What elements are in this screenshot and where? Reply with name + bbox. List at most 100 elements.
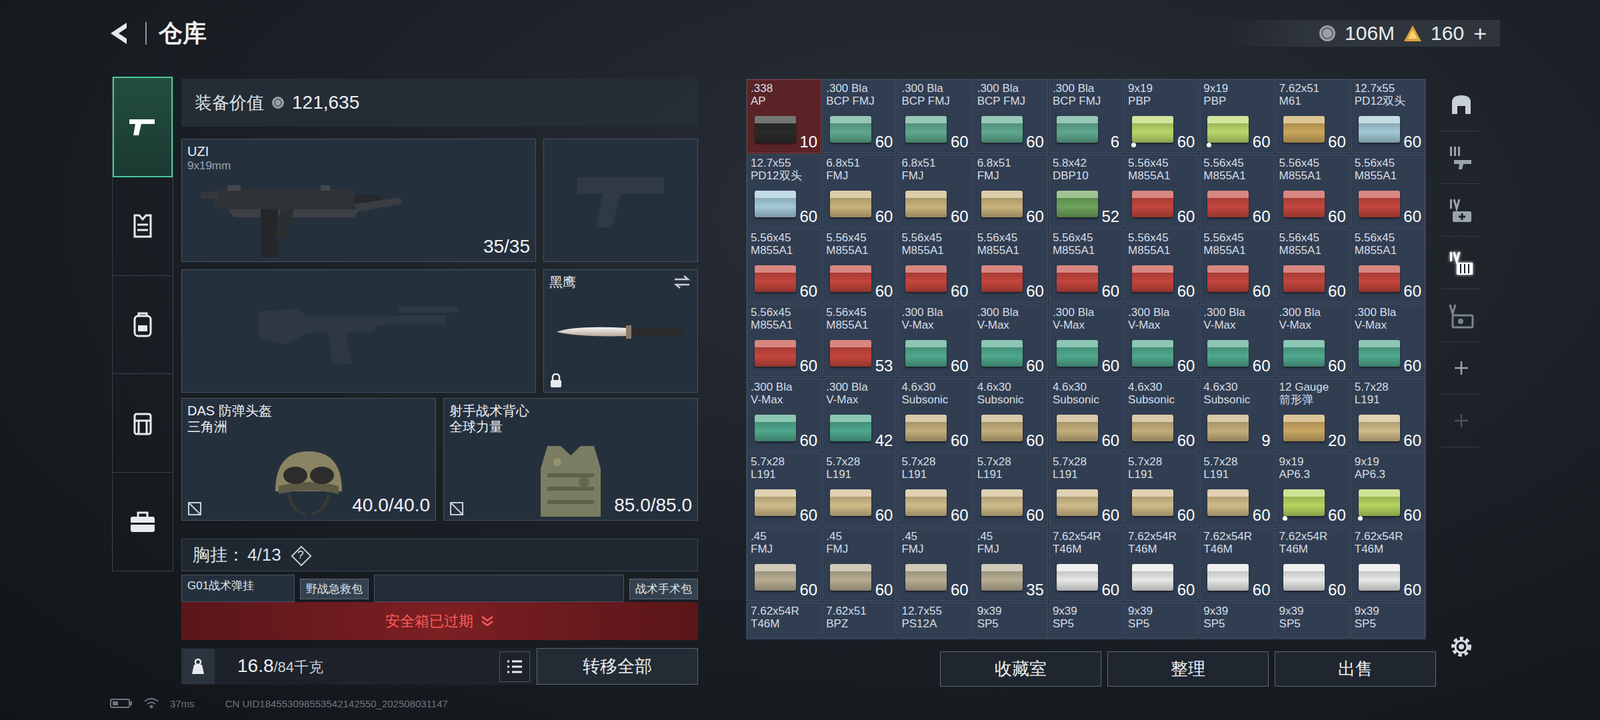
ammo-item[interactable]: 5.56x45M855A160 xyxy=(746,228,822,303)
ammo-item[interactable]: 4.6x30Subsonic60 xyxy=(897,378,972,452)
back-arrow-icon[interactable] xyxy=(106,20,134,47)
ammo-item[interactable]: 5.56x45M855A160 xyxy=(822,228,897,303)
ammo-item[interactable]: .300 BlaV-Max60 xyxy=(973,303,1048,378)
ammo-item[interactable]: 5.7x28L19160 xyxy=(1124,452,1199,527)
ammo-item[interactable]: 4.6x30Subsonic60 xyxy=(973,378,1048,452)
ammo-item[interactable]: 5.56x45M855A160 xyxy=(1350,154,1426,228)
sidearm-slot[interactable] xyxy=(543,138,698,262)
ammo-item[interactable]: 7.62x51M6160 xyxy=(1275,79,1350,154)
ammo-item[interactable]: .338AP10 xyxy=(746,79,822,154)
collection-button[interactable]: 收藏室 xyxy=(940,651,1102,687)
ammo-item[interactable]: 9x39SP5 xyxy=(1275,602,1350,639)
ammo-item[interactable]: 9x39SP5 xyxy=(973,602,1048,639)
ammo-item[interactable]: 5.7x28L19160 xyxy=(1199,452,1274,527)
ammo-item[interactable]: 12.7x55PS12A xyxy=(897,602,972,639)
ammo-item[interactable]: 9x39SP5 xyxy=(1350,602,1426,639)
container-tab[interactable] xyxy=(1441,289,1482,342)
help-button[interactable]: ? xyxy=(290,545,311,566)
container-tab[interactable] xyxy=(1441,131,1482,184)
ammo-item[interactable]: 5.56x45M855A153 xyxy=(822,303,897,378)
ammo-item[interactable]: .300 BlaV-Max60 xyxy=(897,303,972,378)
ammo-item[interactable]: 6.8x51FMJ60 xyxy=(822,154,897,228)
ammo-item[interactable]: 12 Gauge箭形弹20 xyxy=(1275,378,1350,452)
ammo-item[interactable]: 4.6x30Subsonic60 xyxy=(1124,378,1199,452)
ammo-item[interactable]: 5.56x45M855A160 xyxy=(973,228,1048,303)
sort-button[interactable]: 整理 xyxy=(1107,651,1269,687)
rig-empty-slot[interactable] xyxy=(374,574,624,602)
ammo-item[interactable]: .45FMJ60 xyxy=(822,527,897,602)
ammo-item[interactable]: 5.8x42DBP1052 xyxy=(1048,154,1124,228)
ammo-item[interactable]: 6.8x51FMJ60 xyxy=(973,154,1048,228)
ammo-item[interactable]: 5.56x45M855A160 xyxy=(1275,228,1350,303)
ammo-item[interactable]: .300 BlaBCP FMJ60 xyxy=(897,79,972,154)
ammo-item[interactable]: 9x39SP5 xyxy=(1048,602,1124,639)
ammo-item[interactable]: 5.56x45M855A160 xyxy=(897,228,972,303)
vest-slot[interactable]: 射手战术背心全球力量85.0/85.0 xyxy=(443,398,698,521)
weight-lock[interactable] xyxy=(181,648,215,684)
melee-slot[interactable]: 黑鹰 xyxy=(543,269,698,393)
container-tab[interactable] xyxy=(1441,184,1482,237)
list-button[interactable] xyxy=(499,651,530,682)
rig-slot[interactable]: G01战术弹挂 xyxy=(181,574,295,602)
ammo-item[interactable]: 6.8x51FMJ60 xyxy=(897,154,972,228)
nav-tab[interactable] xyxy=(112,76,173,178)
container-tab[interactable] xyxy=(1441,236,1482,290)
ammo-item[interactable]: 9x19PBP60 xyxy=(1199,79,1274,154)
ammo-item[interactable]: .45FMJ35 xyxy=(973,527,1048,602)
ammo-item[interactable]: .300 BlaBCP FMJ60 xyxy=(973,79,1048,154)
swap-icon[interactable] xyxy=(672,274,692,290)
rig-item[interactable]: 战术手术包 xyxy=(629,578,698,600)
ammo-item[interactable]: .45FMJ60 xyxy=(746,527,822,602)
ammo-item[interactable]: 7.62x54RT46M60 xyxy=(1350,527,1426,602)
ammo-item[interactable]: 5.56x45M855A160 xyxy=(1048,228,1124,303)
ammo-item[interactable]: .300 BlaBCP FMJ6 xyxy=(1048,79,1124,154)
ammo-item[interactable]: 7.62x54RT46M60 xyxy=(1124,527,1199,602)
ammo-item[interactable]: .300 BlaV-Max60 xyxy=(1350,303,1426,378)
ammo-item[interactable]: .300 BlaBCP FMJ60 xyxy=(822,79,897,154)
ammo-item[interactable]: .300 BlaV-Max60 xyxy=(1275,303,1350,378)
ammo-item[interactable]: 5.56x45M855A160 xyxy=(1275,154,1350,228)
secondary-weapon-slot[interactable] xyxy=(181,269,536,393)
ammo-item[interactable]: 5.56x45M855A160 xyxy=(1350,228,1426,303)
rig-item[interactable]: 野战急救包 xyxy=(300,578,369,600)
ammo-item[interactable]: .45FMJ60 xyxy=(897,527,972,602)
ammo-item[interactable]: 7.62x54RT46M60 xyxy=(1275,527,1350,602)
ammo-item[interactable]: 4.6x30Subsonic60 xyxy=(1048,378,1124,452)
ammo-item[interactable]: 5.56x45M855A160 xyxy=(1199,228,1274,303)
container-tab[interactable] xyxy=(1441,342,1482,395)
container-tab[interactable] xyxy=(1441,78,1482,132)
ammo-item[interactable]: .300 BlaV-Max60 xyxy=(746,378,822,452)
ammo-item[interactable]: 9x19AP6.360 xyxy=(1275,452,1350,527)
ammo-item[interactable]: 12.7x55PD12双头60 xyxy=(1350,79,1426,154)
ammo-item[interactable]: 9x39SP5 xyxy=(1124,602,1199,639)
nav-tab[interactable] xyxy=(112,276,173,375)
nav-tab[interactable] xyxy=(112,472,173,572)
ammo-item[interactable]: 7.62x51BPZ xyxy=(822,602,897,639)
primary-weapon-slot[interactable]: UZI9x19mm35/35 xyxy=(181,138,536,262)
sell-button[interactable]: 出售 xyxy=(1274,651,1436,687)
ammo-item[interactable]: .300 BlaV-Max60 xyxy=(1048,303,1124,378)
safe-box-banner[interactable]: 安全箱已过期 xyxy=(181,602,698,640)
ammo-item[interactable]: 7.62x54RT46M60 xyxy=(1199,527,1274,602)
gear-icon[interactable] xyxy=(1448,633,1475,660)
ammo-item[interactable]: 5.56x45M855A160 xyxy=(1124,228,1199,303)
ammo-item[interactable]: 5.7x28L19160 xyxy=(1350,378,1426,452)
ammo-item[interactable]: 4.6x30Subsonic9 xyxy=(1199,378,1274,452)
transfer-all-button[interactable]: 转移全部 xyxy=(536,648,698,685)
container-tab[interactable] xyxy=(1441,394,1482,448)
helmet-slot[interactable]: DAS 防弹头盔三角洲40.0/40.0 xyxy=(181,398,436,521)
ammo-item[interactable]: 5.56x45M855A160 xyxy=(746,303,822,378)
ammo-item[interactable]: 5.7x28L19160 xyxy=(822,452,897,527)
ammo-item[interactable]: 9x19PBP60 xyxy=(1124,79,1199,154)
nav-tab[interactable] xyxy=(112,177,173,276)
ammo-item[interactable]: .300 BlaV-Max60 xyxy=(1199,303,1274,378)
ammo-item[interactable]: 5.7x28L19160 xyxy=(897,452,972,527)
ammo-item[interactable]: .300 BlaV-Max60 xyxy=(1124,303,1199,378)
ammo-item[interactable]: 9x19AP6.360 xyxy=(1350,452,1426,527)
ammo-item[interactable]: 5.56x45M855A160 xyxy=(1199,154,1274,228)
add-currency-button[interactable]: + xyxy=(1473,20,1487,47)
ammo-item[interactable]: 7.62x54RT46M xyxy=(746,602,822,639)
ammo-item[interactable]: 5.56x45M855A160 xyxy=(1124,154,1199,228)
ammo-item[interactable]: 5.7x28L19160 xyxy=(973,452,1048,527)
ammo-item[interactable]: 5.7x28L19160 xyxy=(746,452,822,527)
